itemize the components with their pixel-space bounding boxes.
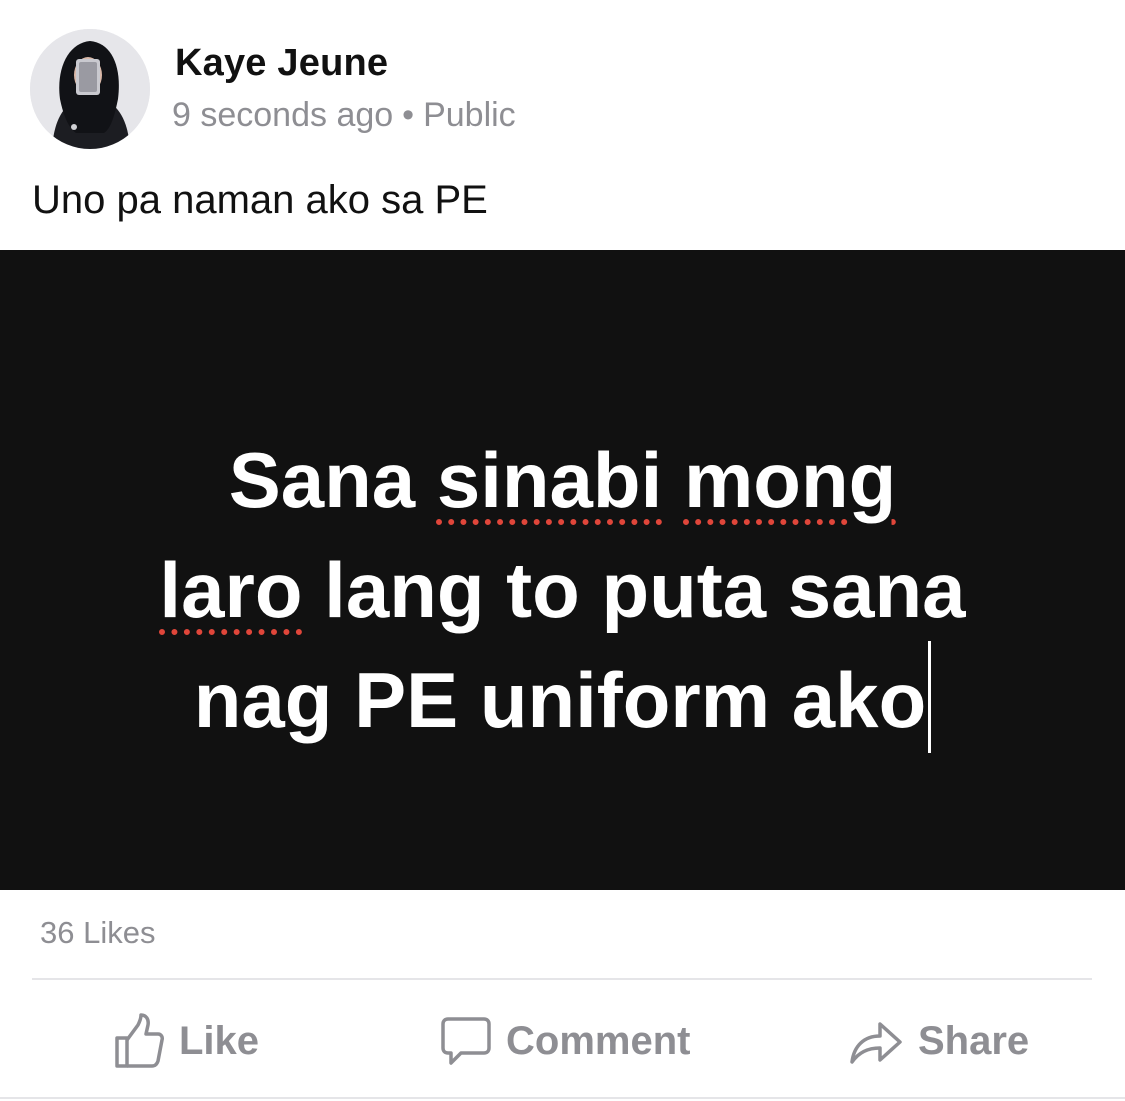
post-card: Kaye Jeune 9 seconds ago • Public Uno pa n… <box>0 0 1125 1101</box>
line-2-rest: lang to puta sana <box>302 546 966 634</box>
post-timestamp[interactable]: 9 seconds ago <box>172 96 393 134</box>
divider <box>32 978 1092 980</box>
like-button[interactable]: Like <box>113 1010 259 1072</box>
post-caption: Uno pa naman ako sa PE <box>32 178 488 222</box>
visibility-label[interactable]: Public <box>423 96 516 134</box>
word-space <box>662 436 684 524</box>
avatar-photo <box>30 29 150 149</box>
share-button[interactable]: Share <box>848 1010 1029 1072</box>
speech-bubble-icon <box>441 1017 491 1065</box>
thumbs-up-icon <box>115 1013 164 1068</box>
like-label: Like <box>179 1018 260 1063</box>
word-sana: Sana <box>228 436 437 524</box>
text-cursor <box>928 641 932 754</box>
image-text-line-2: laro lang to puta sana <box>0 535 1125 645</box>
likes-count[interactable]: 36 Likes <box>40 915 155 951</box>
image-text-line-3: nag PE uniform ako <box>0 641 1125 755</box>
avatar[interactable] <box>30 29 150 149</box>
bottom-divider <box>0 1097 1125 1099</box>
author-name[interactable]: Kaye Jeune <box>175 42 388 85</box>
post-image[interactable]: Sana sinabi mong laro lang to puta sana … <box>0 250 1125 890</box>
misspelled-word-laro: laro <box>159 546 303 634</box>
image-text: Sana sinabi mong laro lang to puta sana … <box>0 425 1125 755</box>
misspelled-word-mong: mong <box>683 436 897 524</box>
line-3-text: nag PE uniform ako <box>193 656 927 744</box>
meta-separator: • <box>402 96 415 134</box>
comment-button[interactable]: Comment <box>440 1010 690 1072</box>
share-label: Share <box>918 1018 1030 1063</box>
misspelled-word-sinabi: sinabi <box>436 436 663 524</box>
image-text-line-1: Sana sinabi mong <box>0 425 1125 535</box>
share-arrow-icon <box>850 1022 902 1064</box>
post-meta: 9 seconds ago • Public <box>172 96 516 135</box>
comment-label: Comment <box>506 1018 691 1063</box>
